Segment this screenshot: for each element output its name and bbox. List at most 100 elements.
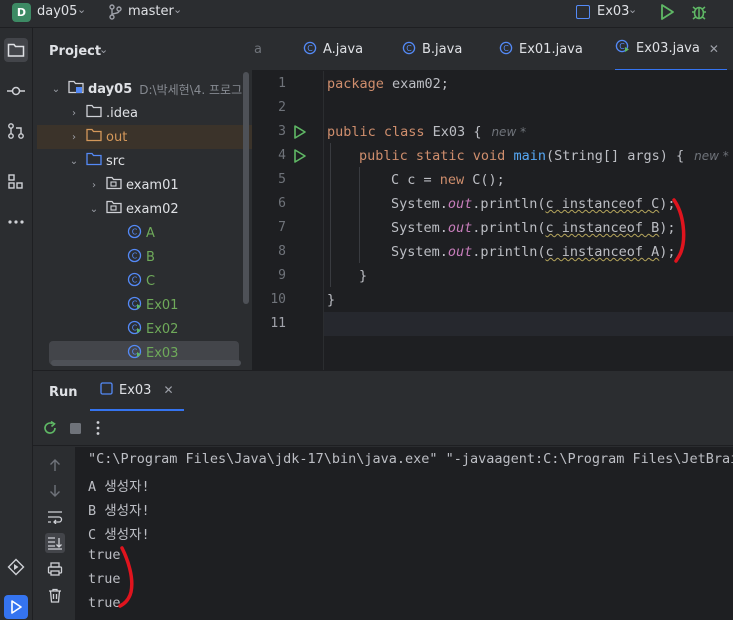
chevron-right-icon[interactable]: ›	[88, 180, 100, 191]
print-icon[interactable]	[45, 559, 65, 579]
svg-text:C: C	[503, 44, 509, 53]
run-gutter-icon[interactable]	[293, 124, 307, 144]
tab-a-java[interactable]: C A.java	[303, 28, 363, 70]
scroll-to-end-icon[interactable]	[45, 533, 65, 553]
code-token: public static void	[359, 148, 506, 164]
tree-item-class-a[interactable]: C A	[38, 221, 252, 245]
tree-item-day05[interactable]: ⌄ day05 D:\박세현\4. 프로그	[38, 77, 252, 101]
up-arrow-icon[interactable]	[45, 455, 65, 475]
runnable-class-icon: C	[127, 296, 142, 315]
soft-wrap-icon[interactable]	[45, 507, 65, 527]
project-panel-title[interactable]: Project	[49, 44, 101, 59]
chevron-down-icon[interactable]: ⌄	[99, 43, 108, 56]
tab-ex03-java[interactable]: C Ex03.java ✕	[615, 28, 727, 70]
pull-requests-icon[interactable]	[4, 119, 28, 143]
tree-item-exam02[interactable]: ⌄ exam02	[38, 197, 252, 221]
code-token: C c =	[391, 172, 440, 188]
tree-item-class-c[interactable]: C C	[38, 269, 252, 293]
tree-item-exam01[interactable]: › exam01	[38, 173, 252, 197]
console-line: C 생성자!	[88, 527, 150, 543]
commit-icon[interactable]	[4, 79, 28, 103]
rerun-icon[interactable]	[42, 420, 58, 440]
author-hint[interactable]: new *	[694, 149, 729, 163]
tab-partial[interactable]: a	[254, 28, 262, 70]
close-icon[interactable]: ✕	[163, 383, 173, 397]
more-vertical-icon[interactable]	[95, 420, 101, 440]
code-line: }	[359, 264, 367, 288]
debug-button[interactable]	[690, 3, 708, 25]
tree-item-src[interactable]: ⌄ src	[38, 149, 252, 173]
tree-item-class-b[interactable]: C B	[38, 245, 252, 269]
line-number: 7	[278, 220, 286, 235]
project-switcher[interactable]: day05	[37, 4, 77, 19]
class-icon: C	[127, 248, 142, 267]
current-line-highlight	[252, 312, 733, 336]
chevron-down-icon[interactable]: ⌄	[173, 3, 182, 16]
tree-item-out[interactable]: › out	[37, 125, 252, 149]
tree-item-ex01[interactable]: C Ex01	[38, 293, 252, 317]
tree-item-idea[interactable]: › .idea	[38, 101, 252, 125]
chevron-down-icon[interactable]: ⌄	[77, 3, 86, 16]
code-line: C c = new C();	[391, 168, 505, 192]
tree-item-ex02[interactable]: C Ex02	[38, 317, 252, 341]
vertical-scrollbar[interactable]	[243, 72, 249, 304]
module-folder-icon	[68, 80, 84, 98]
close-icon[interactable]: ✕	[709, 42, 719, 56]
tab-label: a	[254, 42, 262, 57]
horizontal-scrollbar[interactable]	[51, 360, 241, 366]
down-arrow-icon[interactable]	[45, 481, 65, 501]
code-token: out	[447, 196, 473, 212]
chevron-down-icon[interactable]: ⌄	[88, 204, 100, 215]
chevron-down-icon[interactable]: ⌄	[68, 156, 80, 167]
run-gutter-icon[interactable]	[293, 148, 307, 168]
chevron-right-icon[interactable]: ›	[68, 132, 80, 143]
code-token: .println(	[472, 244, 546, 260]
excluded-folder-icon	[86, 128, 102, 146]
run-icon[interactable]	[4, 595, 28, 619]
tab-b-java[interactable]: C B.java	[402, 28, 463, 70]
trash-icon[interactable]	[45, 585, 65, 605]
run-button[interactable]	[659, 3, 675, 25]
branch-switcher[interactable]: master	[128, 4, 174, 19]
folder-icon[interactable]	[4, 38, 28, 62]
run-panel-title[interactable]: Run	[49, 385, 78, 400]
code-token: Ex03 {	[424, 124, 482, 140]
svg-text:C: C	[619, 42, 625, 51]
services-icon[interactable]	[4, 555, 28, 579]
project-badge[interactable]: D	[12, 3, 31, 22]
line-gutter: 1 2 3 4 5 6 7 8 9 10 11	[252, 71, 324, 370]
code-editor[interactable]: 1 2 3 4 5 6 7 8 9 10 11 package exam02; …	[252, 71, 733, 370]
run-config-selector[interactable]: Ex03	[597, 4, 629, 19]
class-icon: C	[402, 41, 416, 59]
class-icon: C	[127, 224, 142, 243]
svg-text:C: C	[132, 347, 138, 356]
stop-icon[interactable]	[69, 422, 82, 439]
tab-ex01-java[interactable]: C Ex01.java	[499, 28, 583, 70]
code-token: .println(	[472, 196, 546, 212]
chevron-down-icon[interactable]: ⌄	[50, 84, 62, 95]
line-number: 4	[278, 148, 286, 163]
svg-text:C: C	[132, 227, 138, 236]
chevron-right-icon[interactable]: ›	[68, 108, 80, 119]
author-hint[interactable]: new *	[491, 125, 526, 139]
tree-item-label: exam02	[126, 201, 179, 217]
code-line: package exam02;	[327, 72, 449, 96]
line-number: 10	[270, 292, 286, 307]
code-token: new	[439, 172, 465, 188]
run-tab-ex03[interactable]: Ex03 ✕	[90, 371, 184, 411]
console-side-toolbar	[33, 447, 75, 620]
code-token: }	[359, 268, 368, 284]
line-number: 6	[278, 196, 286, 211]
source-folder-icon	[86, 152, 102, 170]
code-token: .println(	[472, 220, 546, 236]
line-number: 8	[278, 244, 286, 259]
svg-text:C: C	[132, 299, 138, 308]
structure-icon[interactable]	[4, 170, 28, 194]
chevron-down-icon[interactable]: ⌄	[628, 3, 637, 16]
runnable-class-icon: C	[127, 320, 142, 339]
branch-icon[interactable]	[108, 3, 122, 25]
tab-label: B.java	[422, 42, 463, 57]
code-token: c instanceof	[545, 220, 652, 236]
more-icon[interactable]	[4, 210, 28, 234]
console-output[interactable]: "C:\Program Files\Java\jdk-17\bin\java.e…	[75, 447, 733, 620]
